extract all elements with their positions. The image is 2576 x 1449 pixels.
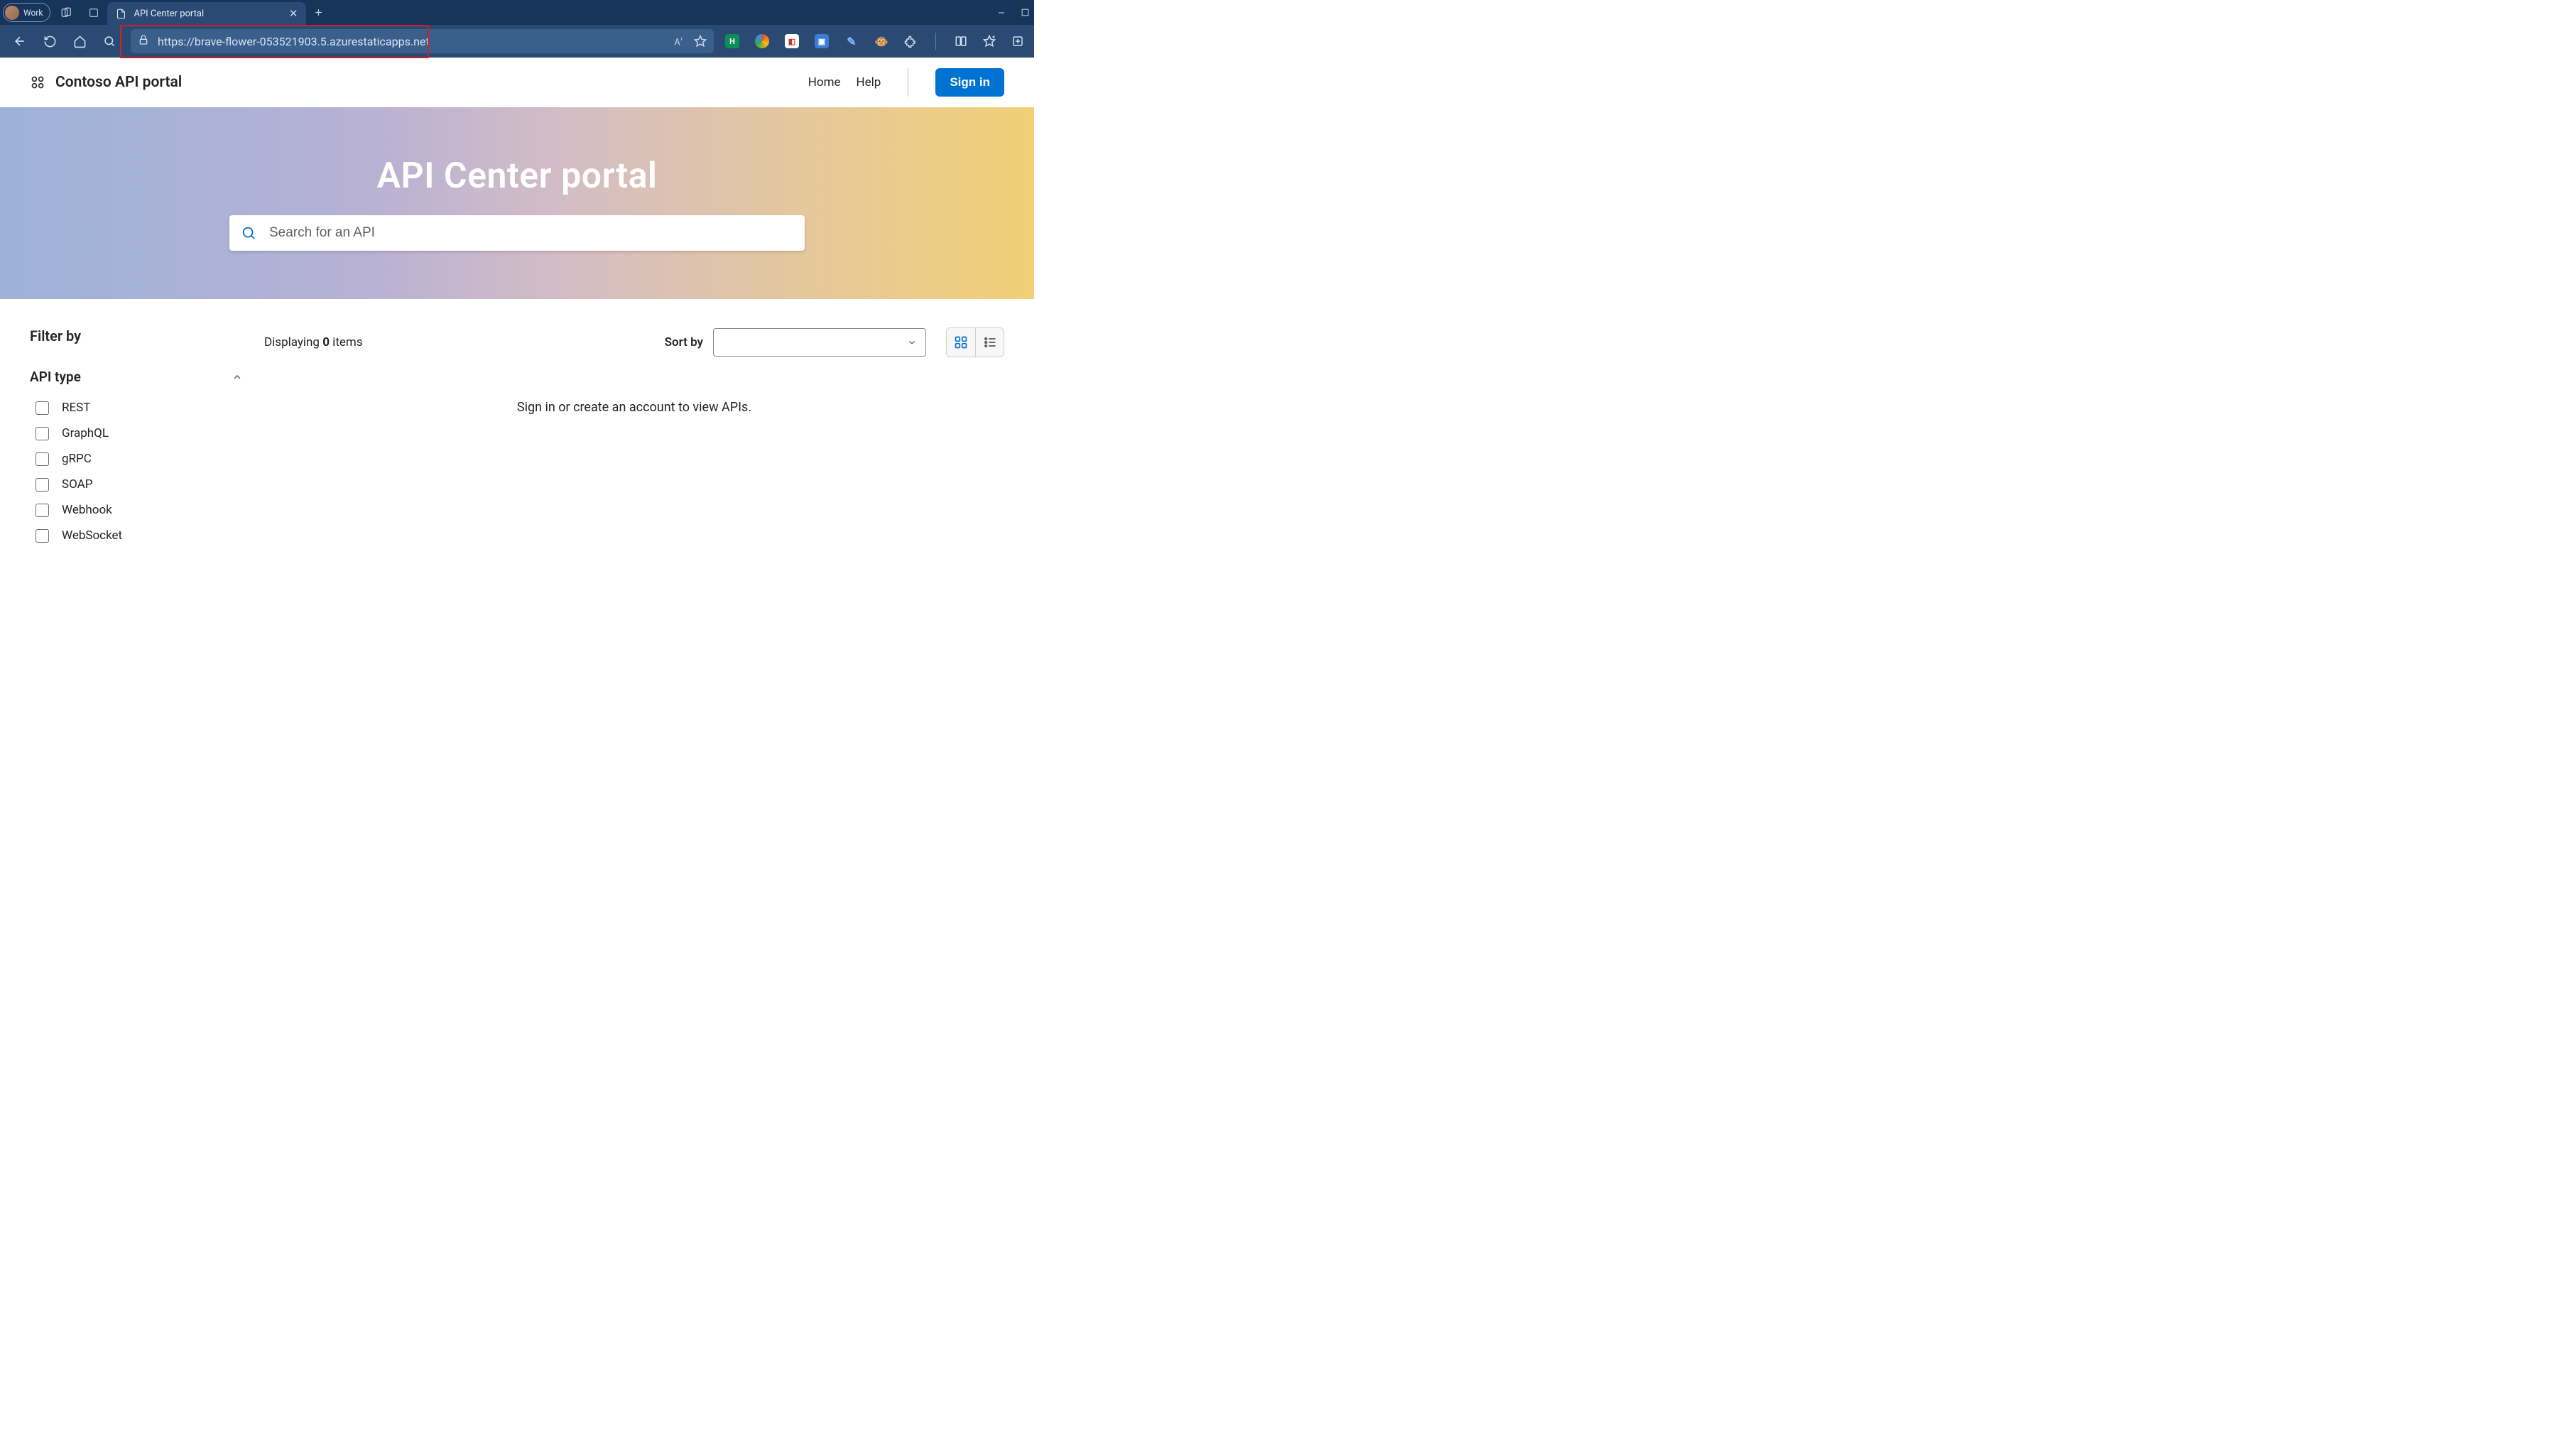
filter-group-toggle[interactable]: API type <box>30 369 243 385</box>
address-bar[interactable]: https://brave-flower-053521903.5.azurest… <box>131 29 714 53</box>
content: Filter by API type REST GraphQL gRPC SOA… <box>0 299 1034 571</box>
read-aloud-icon[interactable]: A› <box>674 34 683 48</box>
hero-title: API Center portal <box>377 156 658 197</box>
empty-state-message: Sign in or create an account to view API… <box>264 400 1004 415</box>
filter-option-label: gRPC <box>62 452 92 466</box>
filter-option-label: REST <box>62 401 90 415</box>
extension-2-icon[interactable] <box>755 34 769 48</box>
refresh-button[interactable] <box>36 27 64 55</box>
sort-controls: Sort by <box>665 327 1004 357</box>
nav-home[interactable]: Home <box>808 75 841 89</box>
filter-option[interactable]: REST <box>30 401 243 415</box>
filter-heading: Filter by <box>30 327 243 344</box>
tab-title: API Center portal <box>134 9 204 19</box>
filter-option-label: SOAP <box>62 477 92 492</box>
brand[interactable]: Contoso API portal <box>30 74 182 91</box>
split-screen-icon[interactable] <box>955 35 967 48</box>
home-button[interactable] <box>65 27 94 55</box>
filter-sidebar: Filter by API type REST GraphQL gRPC SOA… <box>30 327 243 543</box>
results-count: Displaying 0 items <box>264 335 363 349</box>
list-view-button[interactable] <box>975 328 1004 357</box>
page-header: Contoso API portal Home Help Sign in <box>0 58 1034 107</box>
grid-view-button[interactable] <box>947 328 975 357</box>
results-toolbar: Displaying 0 items Sort by <box>264 327 1004 357</box>
favorites-icon[interactable] <box>983 35 996 48</box>
filter-option[interactable]: Webhook <box>30 503 243 517</box>
browser-toolbar: https://brave-flower-053521903.5.azurest… <box>0 25 1034 58</box>
results-area: Displaying 0 items Sort by Sign in or cr… <box>264 327 1004 543</box>
view-toggle <box>946 327 1004 357</box>
url-text: https://brave-flower-053521903.5.azurest… <box>158 35 430 48</box>
browser-tab[interactable]: API Center portal ✕ <box>107 2 306 25</box>
top-nav: Home Help Sign in <box>808 68 1004 97</box>
tab-actions-icon[interactable] <box>80 0 107 25</box>
search-box[interactable] <box>229 215 805 251</box>
minimize-icon[interactable] <box>996 8 1006 18</box>
brand-title: Contoso API portal <box>55 74 182 91</box>
search-button[interactable] <box>95 27 124 55</box>
back-button[interactable] <box>6 27 34 55</box>
profile-switcher[interactable]: Work <box>3 3 50 22</box>
list-icon <box>983 335 997 349</box>
profile-label: Work <box>23 8 43 18</box>
checkbox[interactable] <box>36 529 49 543</box>
maximize-icon[interactable] <box>1021 8 1030 17</box>
document-icon <box>116 9 126 19</box>
collections-icon[interactable] <box>1011 35 1024 48</box>
filter-option-label: GraphQL <box>62 426 109 440</box>
avatar <box>5 6 19 20</box>
browser-titlebar: Work API Center portal ✕ <box>0 0 1034 25</box>
extension-6-icon[interactable]: 🐵 <box>874 34 888 48</box>
filter-option[interactable]: GraphQL <box>30 426 243 440</box>
search-input[interactable] <box>269 225 793 241</box>
sort-select[interactable] <box>713 328 926 357</box>
workspaces-icon[interactable] <box>53 0 80 25</box>
nav-help[interactable]: Help <box>857 75 881 89</box>
checkbox[interactable] <box>36 427 49 440</box>
signin-button[interactable]: Sign in <box>935 68 1004 97</box>
window-controls <box>996 0 1034 25</box>
favorite-icon[interactable] <box>694 35 707 48</box>
search-icon <box>241 225 256 241</box>
separator <box>935 33 936 50</box>
checkbox[interactable] <box>36 478 49 492</box>
new-tab-button[interactable] <box>306 0 330 25</box>
checkbox[interactable] <box>36 504 49 517</box>
filter-option-label: Webhook <box>62 503 112 517</box>
results-count-suffix: items <box>330 335 363 349</box>
close-tab-icon[interactable]: ✕ <box>289 7 298 20</box>
lock-icon[interactable] <box>138 34 149 48</box>
sort-label: Sort by <box>665 335 703 349</box>
results-count-number: 0 <box>322 335 330 349</box>
brand-logo-icon <box>30 75 45 90</box>
extension-3-icon[interactable]: ◧ <box>785 34 799 48</box>
results-count-prefix: Displaying <box>264 335 322 349</box>
filter-option[interactable]: WebSocket <box>30 528 243 543</box>
extension-5-icon[interactable]: ✎ <box>844 34 859 48</box>
extension-4-icon[interactable]: ▣ <box>815 34 829 48</box>
filter-option[interactable]: gRPC <box>30 452 243 466</box>
extensions-menu-icon[interactable] <box>904 35 917 48</box>
checkbox[interactable] <box>36 401 49 415</box>
grid-icon <box>954 335 968 349</box>
filter-group-label: API type <box>30 369 81 385</box>
extension-1-icon[interactable]: H <box>725 34 739 48</box>
extensions-area: H ◧ ▣ ✎ 🐵 <box>721 33 1028 50</box>
filter-option[interactable]: SOAP <box>30 477 243 492</box>
filter-options: REST GraphQL gRPC SOAP Webhook WebSocket <box>30 401 243 543</box>
filter-option-label: WebSocket <box>62 528 122 543</box>
checkbox[interactable] <box>36 452 49 466</box>
chevron-up-icon <box>232 371 243 383</box>
hero: API Center portal <box>0 107 1034 299</box>
